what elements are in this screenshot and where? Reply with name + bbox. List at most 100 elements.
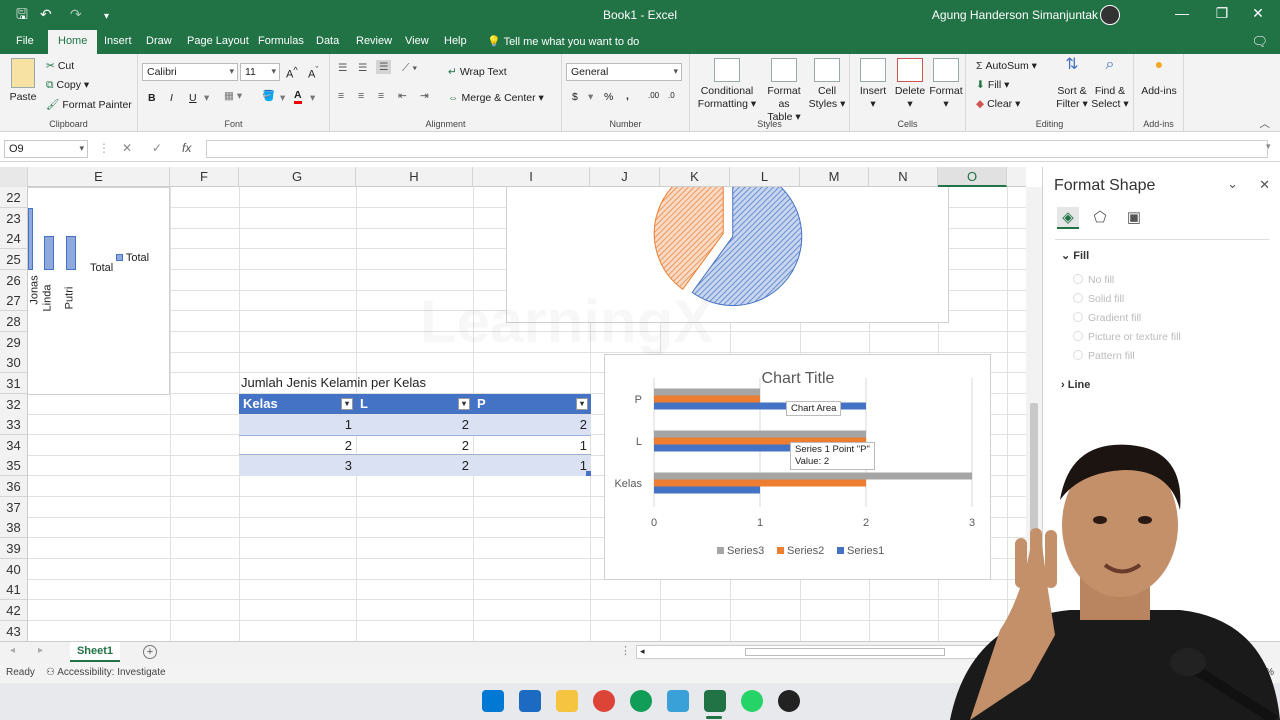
tab-insert[interactable]: Insert: [104, 35, 132, 47]
increase-font-icon[interactable]: A^: [286, 65, 298, 81]
table-cell[interactable]: 2: [473, 415, 591, 435]
font-family-select[interactable]: Calibri: [142, 63, 238, 81]
table-title[interactable]: Jumlah Jenis Kelamin per Kelas: [239, 373, 539, 393]
tab-page-layout[interactable]: Page Layout: [187, 35, 249, 47]
merge-center-button[interactable]: ⇔ Merge & Center ▾: [448, 92, 544, 104]
align-middle-icon[interactable]: ☰: [358, 62, 367, 74]
fill-section-toggle[interactable]: ⌄ Fill: [1061, 249, 1089, 262]
tab-data[interactable]: Data: [316, 35, 339, 47]
name-box[interactable]: O9: [4, 140, 88, 158]
underline-button[interactable]: U: [189, 92, 197, 104]
align-top-icon[interactable]: ☰: [338, 62, 347, 74]
orientation-icon[interactable]: ⟋ ▾: [402, 62, 417, 75]
font-color-dropdown-icon[interactable]: ▾: [310, 92, 315, 104]
row-header[interactable]: 25: [0, 248, 28, 270]
legend-label[interactable]: Series1: [847, 545, 884, 557]
number-format-select[interactable]: General: [566, 63, 682, 81]
format-as-table-button[interactable]: Format as Table ▾: [762, 58, 806, 124]
chart-bar[interactable]: [654, 479, 866, 487]
excel-icon[interactable]: [704, 690, 726, 712]
effects-icon[interactable]: ⬠: [1089, 207, 1111, 229]
chart-bar[interactable]: [654, 472, 972, 480]
legend-label[interactable]: Series2: [787, 545, 824, 557]
filter-dropdown-icon[interactable]: ▾: [341, 398, 353, 410]
tell-me-search[interactable]: 💡 Tell me what you want to do: [487, 35, 639, 48]
wrap-text-button[interactable]: ↵ Wrap Text: [448, 66, 507, 78]
table-cell[interactable]: 2: [356, 415, 473, 435]
obs-icon[interactable]: [778, 690, 800, 712]
fill-button[interactable]: ⬇ Fill ▾: [976, 79, 1009, 91]
chrome-icon[interactable]: [593, 690, 615, 712]
accessibility-status[interactable]: ⚇ Accessibility: Investigate: [46, 667, 166, 678]
column-header-i[interactable]: I: [473, 167, 590, 187]
pane-close-icon[interactable]: ✕: [1259, 177, 1270, 193]
column-header-e[interactable]: E: [28, 167, 170, 187]
tab-help[interactable]: Help: [444, 35, 467, 47]
fill-color-icon[interactable]: 🪣: [262, 89, 275, 102]
row-header[interactable]: 27: [0, 290, 28, 312]
table-cell[interactable]: 2: [356, 435, 473, 455]
row-header[interactable]: 34: [0, 434, 28, 456]
column-header-g[interactable]: G: [239, 167, 356, 187]
table-cell[interactable]: 1: [473, 435, 591, 455]
chart-bar[interactable]: [654, 486, 760, 494]
cut-button[interactable]: ✂ Cut: [46, 60, 74, 72]
row-header[interactable]: 38: [0, 517, 28, 539]
table-cell[interactable]: 1: [473, 456, 591, 476]
chrome-profile-icon[interactable]: [630, 690, 652, 712]
table-resize-handle[interactable]: [586, 471, 591, 476]
store-icon[interactable]: [519, 690, 541, 712]
maximize-icon[interactable]: ❐: [1202, 5, 1242, 22]
format-painter-button[interactable]: 🖌 Format Painter: [46, 98, 132, 111]
horizontal-scroll-thumb[interactable]: [745, 648, 945, 656]
insert-cells-button[interactable]: Insert ▾: [856, 58, 890, 111]
tab-review[interactable]: Review: [356, 35, 392, 47]
column-header-o[interactable]: O: [938, 167, 1007, 187]
clear-button[interactable]: ◆ Clear ▾: [976, 98, 1020, 110]
find-select-button[interactable]: ⌕ Find & Select ▾: [1090, 57, 1130, 111]
currency-dropdown-icon[interactable]: ▾: [588, 91, 593, 103]
formula-input[interactable]: [206, 140, 1268, 158]
decrease-indent-icon[interactable]: ⇤: [398, 90, 407, 102]
cell-styles-button[interactable]: Cell Styles ▾: [808, 58, 846, 111]
column-header-m[interactable]: M: [800, 167, 869, 187]
row-header[interactable]: 22: [0, 187, 28, 208]
decrease-font-icon[interactable]: Aˇ: [308, 65, 318, 81]
fill-line-icon[interactable]: ◈: [1057, 207, 1079, 229]
cancel-icon[interactable]: ✕: [122, 141, 132, 155]
column-header-h[interactable]: H: [356, 167, 473, 187]
table-cell[interactable]: 2: [239, 435, 356, 455]
delete-cells-button[interactable]: Delete ▾: [892, 58, 928, 111]
row-header[interactable]: 24: [0, 228, 28, 250]
pie-chart[interactable]: [506, 167, 949, 323]
bold-button[interactable]: B: [148, 92, 156, 104]
table-header-l[interactable]: L ▾: [356, 394, 473, 414]
comments-icon[interactable]: 🗨: [1251, 34, 1268, 50]
file-explorer-icon[interactable]: [556, 690, 578, 712]
row-header[interactable]: 41: [0, 579, 28, 601]
row-header[interactable]: 39: [0, 538, 28, 560]
add-sheet-icon[interactable]: +: [143, 645, 157, 659]
fill-option-pattern-fill[interactable]: Pattern fill: [1073, 350, 1135, 362]
font-size-select[interactable]: 11: [240, 63, 280, 81]
copy-button[interactable]: ⧉ Copy ▾: [46, 79, 89, 92]
align-right-icon[interactable]: ≡: [378, 90, 384, 102]
tab-file[interactable]: File: [16, 35, 34, 47]
fill-option-solid-fill[interactable]: Solid fill: [1073, 293, 1124, 305]
column-header-n[interactable]: N: [869, 167, 938, 187]
underline-dropdown-icon[interactable]: ▾: [204, 92, 209, 104]
start-icon[interactable]: [482, 690, 504, 712]
fill-option-gradient-fill[interactable]: Gradient fill: [1073, 312, 1141, 324]
notepad-icon[interactable]: [667, 690, 689, 712]
insert-function-icon[interactable]: fx: [182, 141, 191, 155]
select-all-corner[interactable]: [0, 167, 28, 187]
row-header[interactable]: 32: [0, 393, 28, 415]
addins-button[interactable]: ● Add-ins: [1137, 57, 1181, 98]
font-color-icon[interactable]: A: [294, 89, 302, 104]
filter-dropdown-icon[interactable]: ▾: [458, 398, 470, 410]
line-section-toggle[interactable]: › Line: [1061, 379, 1090, 391]
sort-filter-button[interactable]: ⇅ Sort & Filter ▾: [1054, 57, 1090, 111]
table-cell[interactable]: 1: [239, 415, 356, 435]
chart-bar[interactable]: [654, 430, 866, 438]
column-header-l[interactable]: L: [730, 167, 800, 187]
